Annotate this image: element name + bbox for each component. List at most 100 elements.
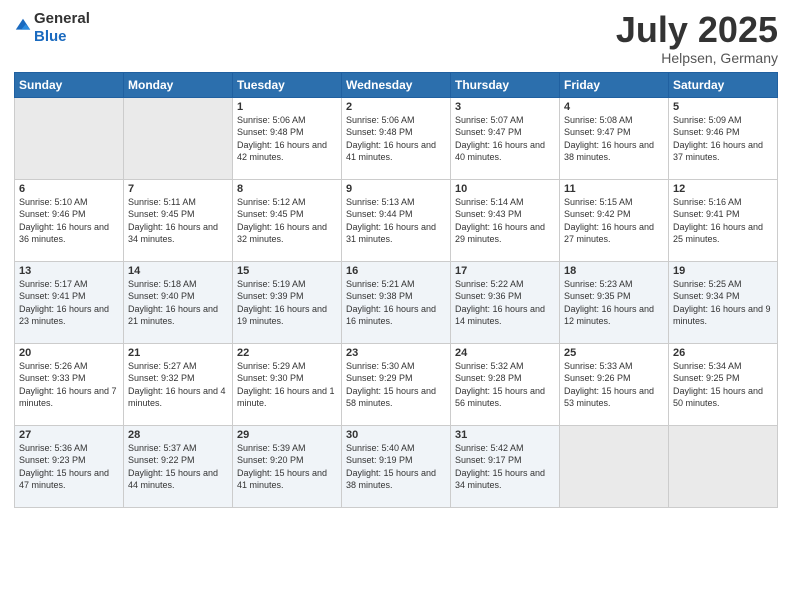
day-number: 5 — [673, 101, 773, 113]
logo-blue: Blue — [34, 28, 67, 45]
calendar-header-row: Sunday Monday Tuesday Wednesday Thursday… — [15, 72, 778, 97]
table-row: 20 Sunrise: 5:26 AMSunset: 9:33 PMDaylig… — [15, 343, 124, 425]
day-number: 2 — [346, 101, 446, 113]
day-info: Sunrise: 5:16 AMSunset: 9:41 PMDaylight:… — [673, 197, 763, 245]
table-row: 6 Sunrise: 5:10 AMSunset: 9:46 PMDayligh… — [15, 179, 124, 261]
table-row: 2 Sunrise: 5:06 AMSunset: 9:48 PMDayligh… — [342, 97, 451, 179]
day-info: Sunrise: 5:12 AMSunset: 9:45 PMDaylight:… — [237, 197, 327, 245]
day-info: Sunrise: 5:19 AMSunset: 9:39 PMDaylight:… — [237, 279, 327, 327]
calendar-week-row: 13 Sunrise: 5:17 AMSunset: 9:41 PMDaylig… — [15, 261, 778, 343]
header: General Blue July 2025 Helpsen, Germany — [14, 10, 778, 66]
table-row: 24 Sunrise: 5:32 AMSunset: 9:28 PMDaylig… — [451, 343, 560, 425]
day-info: Sunrise: 5:10 AMSunset: 9:46 PMDaylight:… — [19, 197, 109, 245]
day-info: Sunrise: 5:06 AMSunset: 9:48 PMDaylight:… — [346, 115, 436, 163]
table-row: 13 Sunrise: 5:17 AMSunset: 9:41 PMDaylig… — [15, 261, 124, 343]
day-info: Sunrise: 5:22 AMSunset: 9:36 PMDaylight:… — [455, 279, 545, 327]
day-info: Sunrise: 5:06 AMSunset: 9:48 PMDaylight:… — [237, 115, 327, 163]
day-number: 17 — [455, 265, 555, 277]
table-row: 28 Sunrise: 5:37 AMSunset: 9:22 PMDaylig… — [124, 425, 233, 507]
day-number: 27 — [19, 429, 119, 441]
day-info: Sunrise: 5:37 AMSunset: 9:22 PMDaylight:… — [128, 443, 218, 491]
day-number: 9 — [346, 183, 446, 195]
table-row: 25 Sunrise: 5:33 AMSunset: 9:26 PMDaylig… — [560, 343, 669, 425]
table-row: 12 Sunrise: 5:16 AMSunset: 9:41 PMDaylig… — [669, 179, 778, 261]
day-number: 20 — [19, 347, 119, 359]
day-number: 1 — [237, 101, 337, 113]
table-row: 8 Sunrise: 5:12 AMSunset: 9:45 PMDayligh… — [233, 179, 342, 261]
table-row: 5 Sunrise: 5:09 AMSunset: 9:46 PMDayligh… — [669, 97, 778, 179]
day-number: 6 — [19, 183, 119, 195]
table-row — [124, 97, 233, 179]
title-block: July 2025 Helpsen, Germany — [616, 10, 778, 66]
day-info: Sunrise: 5:29 AMSunset: 9:30 PMDaylight:… — [237, 361, 335, 409]
day-number: 28 — [128, 429, 228, 441]
day-number: 16 — [346, 265, 446, 277]
col-sunday: Sunday — [15, 72, 124, 97]
col-tuesday: Tuesday — [233, 72, 342, 97]
day-info: Sunrise: 5:39 AMSunset: 9:20 PMDaylight:… — [237, 443, 327, 491]
table-row: 23 Sunrise: 5:30 AMSunset: 9:29 PMDaylig… — [342, 343, 451, 425]
day-number: 19 — [673, 265, 773, 277]
logo: General Blue — [14, 10, 90, 46]
table-row: 29 Sunrise: 5:39 AMSunset: 9:20 PMDaylig… — [233, 425, 342, 507]
day-info: Sunrise: 5:23 AMSunset: 9:35 PMDaylight:… — [564, 279, 654, 327]
day-number: 29 — [237, 429, 337, 441]
table-row — [560, 425, 669, 507]
table-row — [15, 97, 124, 179]
col-friday: Friday — [560, 72, 669, 97]
calendar-table: Sunday Monday Tuesday Wednesday Thursday… — [14, 72, 778, 508]
title-month-year: July 2025 — [616, 10, 778, 50]
table-row: 7 Sunrise: 5:11 AMSunset: 9:45 PMDayligh… — [124, 179, 233, 261]
col-monday: Monday — [124, 72, 233, 97]
table-row: 10 Sunrise: 5:14 AMSunset: 9:43 PMDaylig… — [451, 179, 560, 261]
day-info: Sunrise: 5:13 AMSunset: 9:44 PMDaylight:… — [346, 197, 436, 245]
day-info: Sunrise: 5:18 AMSunset: 9:40 PMDaylight:… — [128, 279, 218, 327]
day-number: 18 — [564, 265, 664, 277]
calendar-week-row: 6 Sunrise: 5:10 AMSunset: 9:46 PMDayligh… — [15, 179, 778, 261]
table-row: 16 Sunrise: 5:21 AMSunset: 9:38 PMDaylig… — [342, 261, 451, 343]
day-info: Sunrise: 5:30 AMSunset: 9:29 PMDaylight:… — [346, 361, 436, 409]
day-info: Sunrise: 5:15 AMSunset: 9:42 PMDaylight:… — [564, 197, 654, 245]
day-number: 21 — [128, 347, 228, 359]
day-info: Sunrise: 5:32 AMSunset: 9:28 PMDaylight:… — [455, 361, 545, 409]
day-number: 7 — [128, 183, 228, 195]
day-number: 24 — [455, 347, 555, 359]
day-info: Sunrise: 5:26 AMSunset: 9:33 PMDaylight:… — [19, 361, 117, 409]
table-row: 15 Sunrise: 5:19 AMSunset: 9:39 PMDaylig… — [233, 261, 342, 343]
table-row: 4 Sunrise: 5:08 AMSunset: 9:47 PMDayligh… — [560, 97, 669, 179]
table-row: 26 Sunrise: 5:34 AMSunset: 9:25 PMDaylig… — [669, 343, 778, 425]
logo-icon — [14, 17, 32, 35]
day-info: Sunrise: 5:40 AMSunset: 9:19 PMDaylight:… — [346, 443, 436, 491]
table-row: 14 Sunrise: 5:18 AMSunset: 9:40 PMDaylig… — [124, 261, 233, 343]
day-info: Sunrise: 5:34 AMSunset: 9:25 PMDaylight:… — [673, 361, 763, 409]
table-row: 31 Sunrise: 5:42 AMSunset: 9:17 PMDaylig… — [451, 425, 560, 507]
day-number: 3 — [455, 101, 555, 113]
day-number: 22 — [237, 347, 337, 359]
col-thursday: Thursday — [451, 72, 560, 97]
day-info: Sunrise: 5:36 AMSunset: 9:23 PMDaylight:… — [19, 443, 109, 491]
table-row: 27 Sunrise: 5:36 AMSunset: 9:23 PMDaylig… — [15, 425, 124, 507]
day-info: Sunrise: 5:27 AMSunset: 9:32 PMDaylight:… — [128, 361, 226, 409]
table-row: 21 Sunrise: 5:27 AMSunset: 9:32 PMDaylig… — [124, 343, 233, 425]
day-number: 25 — [564, 347, 664, 359]
page: General Blue July 2025 Helpsen, Germany … — [0, 0, 792, 612]
day-info: Sunrise: 5:07 AMSunset: 9:47 PMDaylight:… — [455, 115, 545, 163]
day-number: 30 — [346, 429, 446, 441]
table-row: 1 Sunrise: 5:06 AMSunset: 9:48 PMDayligh… — [233, 97, 342, 179]
calendar-week-row: 27 Sunrise: 5:36 AMSunset: 9:23 PMDaylig… — [15, 425, 778, 507]
title-location: Helpsen, Germany — [616, 50, 778, 66]
day-info: Sunrise: 5:14 AMSunset: 9:43 PMDaylight:… — [455, 197, 545, 245]
calendar-week-row: 20 Sunrise: 5:26 AMSunset: 9:33 PMDaylig… — [15, 343, 778, 425]
table-row: 30 Sunrise: 5:40 AMSunset: 9:19 PMDaylig… — [342, 425, 451, 507]
day-number: 4 — [564, 101, 664, 113]
table-row: 9 Sunrise: 5:13 AMSunset: 9:44 PMDayligh… — [342, 179, 451, 261]
day-number: 14 — [128, 265, 228, 277]
day-number: 13 — [19, 265, 119, 277]
day-info: Sunrise: 5:09 AMSunset: 9:46 PMDaylight:… — [673, 115, 763, 163]
table-row — [669, 425, 778, 507]
calendar-week-row: 1 Sunrise: 5:06 AMSunset: 9:48 PMDayligh… — [15, 97, 778, 179]
logo-general: General — [34, 10, 90, 27]
day-info: Sunrise: 5:11 AMSunset: 9:45 PMDaylight:… — [128, 197, 218, 245]
table-row: 19 Sunrise: 5:25 AMSunset: 9:34 PMDaylig… — [669, 261, 778, 343]
col-wednesday: Wednesday — [342, 72, 451, 97]
